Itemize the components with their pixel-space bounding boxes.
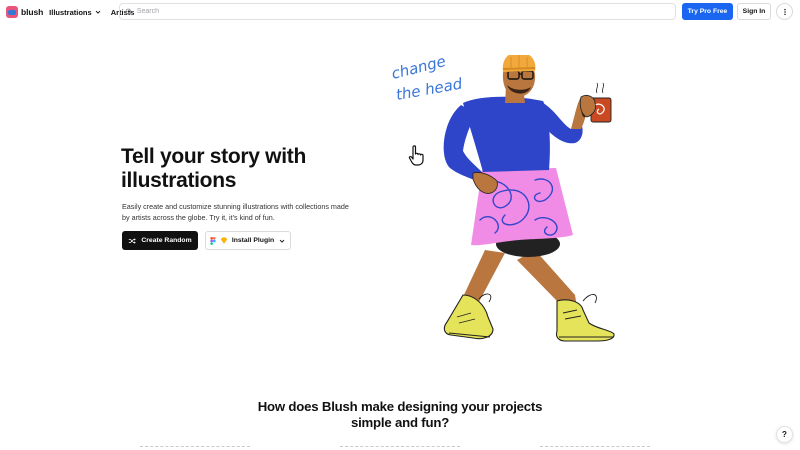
try-pro-free-button[interactable]: Try Pro Free [682,3,733,20]
blush-logo[interactable]: blush [6,6,49,18]
search-input[interactable] [136,8,675,15]
install-plugin-label: Install Plugin [231,237,275,244]
help-icon: ? [782,430,787,439]
change-the-head-annotation: change the head [390,55,464,104]
blue-shirt [463,96,550,172]
left-shoe [443,293,494,340]
more-vertical-icon [783,8,786,15]
search-bar[interactable] [119,3,676,20]
how-it-works-heading: How does Blush make designing your proje… [257,399,543,430]
nav-illustrations-label: Illustrations [49,7,92,17]
preview-card-edge [140,446,250,450]
sketch-icon [220,237,227,244]
steam-lines [596,82,604,94]
preview-card-edge [540,446,650,450]
figma-icon [210,236,216,245]
help-button[interactable]: ? [776,426,793,443]
shuffle-icon [129,237,137,244]
create-random-button[interactable]: Create Random [122,231,198,250]
hero-subtitle: Easily create and customize stunning ill… [122,202,349,222]
hero-title: Tell your story with illustrations [121,145,306,192]
right-shoe [555,294,615,342]
create-random-label: Create Random [141,237,192,244]
nav-illustrations[interactable]: Illustrations [49,8,102,17]
search-icon [125,8,133,15]
chevron-down-icon [279,239,285,243]
chevron-down-icon [95,10,101,14]
blush-logo-icon [6,6,18,18]
more-options-button[interactable] [776,3,793,20]
brand-name: blush [21,7,44,17]
sign-in-button[interactable]: Sign In [737,3,771,20]
install-plugin-button[interactable]: Install Plugin [205,231,291,250]
hand-pointer-icon [408,145,424,166]
preview-card-edge [340,446,460,450]
hero-illustration[interactable]: change the head [385,55,630,350]
